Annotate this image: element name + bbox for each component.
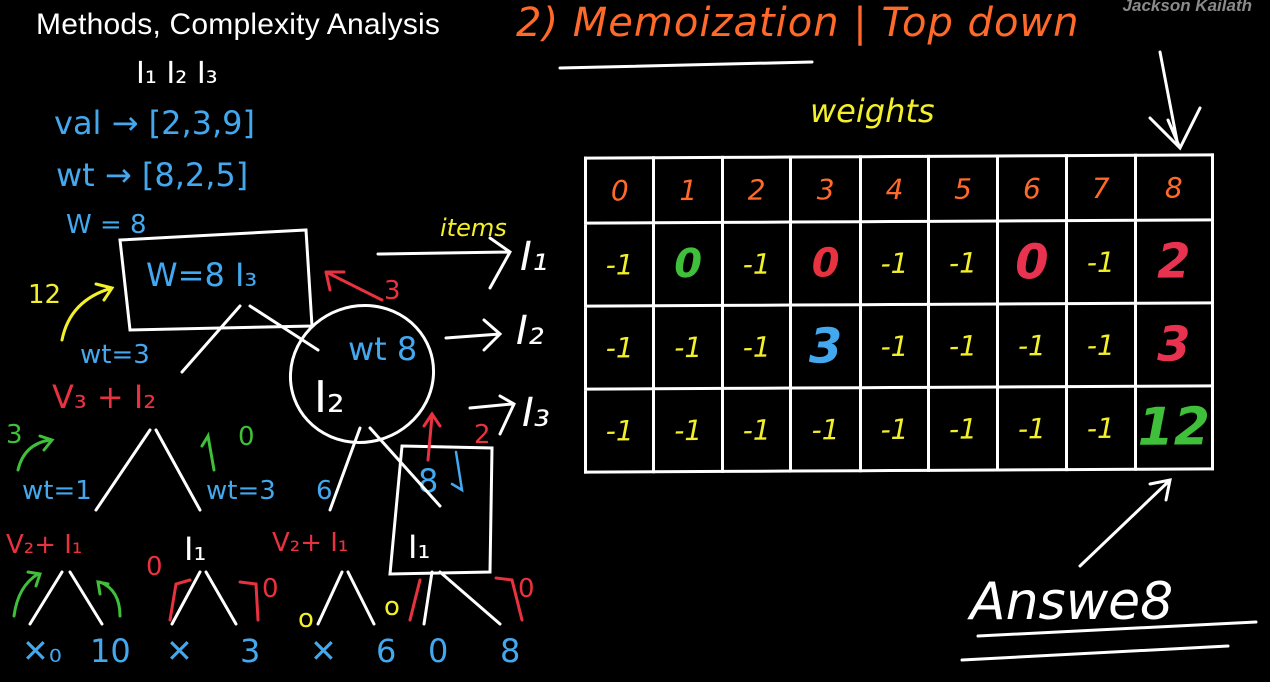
arrow-to-i3: [468, 394, 516, 436]
root-left-branch: [180, 304, 242, 374]
table-cell: -1: [1066, 303, 1136, 387]
root-box: [118, 228, 314, 332]
table-cell: -1: [585, 388, 654, 473]
table-cell: 12: [1135, 385, 1213, 470]
table-header-row: 0 1 2 3 4 5 6 7 8: [585, 154, 1213, 224]
table-cell: -1: [1066, 386, 1136, 470]
table-cell: -1: [860, 304, 929, 388]
table-cell: 3: [790, 304, 861, 389]
table-cell: -1: [997, 386, 1067, 470]
arrow-to-col8: [1148, 50, 1202, 151]
table-row: -1 -1 -1 -1 -1 -1 -1 -1 12: [585, 385, 1213, 473]
arrow-to-i2: [444, 318, 503, 352]
col-header: 6: [997, 155, 1067, 221]
table-cell: -1: [997, 303, 1067, 387]
table-cell: -1: [860, 221, 929, 305]
table-cell: -1: [1066, 220, 1136, 304]
left-node-left-branch: [94, 428, 152, 512]
heading-underline: [558, 60, 814, 70]
table-cell: -1: [722, 305, 791, 389]
table-cell: -1: [653, 305, 723, 389]
table-cell: 0: [653, 222, 723, 306]
table-cell: 2: [1135, 219, 1213, 304]
table-row: -1 0 -1 0 -1 -1 0 -1 2: [585, 219, 1213, 307]
yellow-arrow-root: [60, 282, 115, 342]
table-cell: 3: [1135, 302, 1213, 387]
col-header: 0: [585, 157, 654, 224]
table-cell: 0: [790, 221, 861, 306]
weights-label: weights: [810, 92, 935, 130]
row-label-i3: I₃: [522, 390, 550, 436]
answer-underline-2: [960, 644, 1230, 662]
col-header: 4: [860, 156, 929, 222]
items-label: items: [440, 214, 507, 242]
right-node-circle: [288, 304, 436, 444]
table-cell: -1: [860, 387, 929, 471]
answer-label: Answe8: [970, 572, 1174, 632]
red-arrow-right-to-root: [324, 270, 384, 302]
row-label-i2: I₂: [516, 308, 544, 354]
table-cell: -1: [722, 222, 791, 306]
table-cell: -1: [928, 303, 998, 388]
col-header: 2: [722, 157, 791, 223]
table-cell: -1: [790, 387, 861, 472]
row-label-i1: I₁: [520, 234, 548, 280]
table-cell: -1: [585, 305, 654, 390]
table-cell: -1: [722, 388, 791, 472]
arrow-to-i1: [376, 236, 512, 290]
table-cell: -1: [928, 220, 998, 305]
col-header: 1: [653, 157, 723, 223]
table-row: -1 -1 -1 3 -1 -1 -1 -1 3: [585, 302, 1213, 390]
memo-table: 0 1 2 3 4 5 6 7 8 -1 0 -1 0 -1 -1 0 -1 2…: [584, 153, 1214, 473]
col-header: 8: [1135, 154, 1213, 221]
table-cell: -1: [585, 222, 654, 307]
table-cell: -1: [928, 386, 998, 471]
col-header: 3: [790, 156, 861, 223]
col-header: 7: [1066, 155, 1136, 221]
col-header: 5: [928, 155, 998, 222]
table-cell: 0: [997, 220, 1067, 304]
table-cell: -1: [653, 388, 723, 472]
left-node-right-branch: [154, 428, 202, 512]
arrow-answer: [1078, 478, 1172, 568]
